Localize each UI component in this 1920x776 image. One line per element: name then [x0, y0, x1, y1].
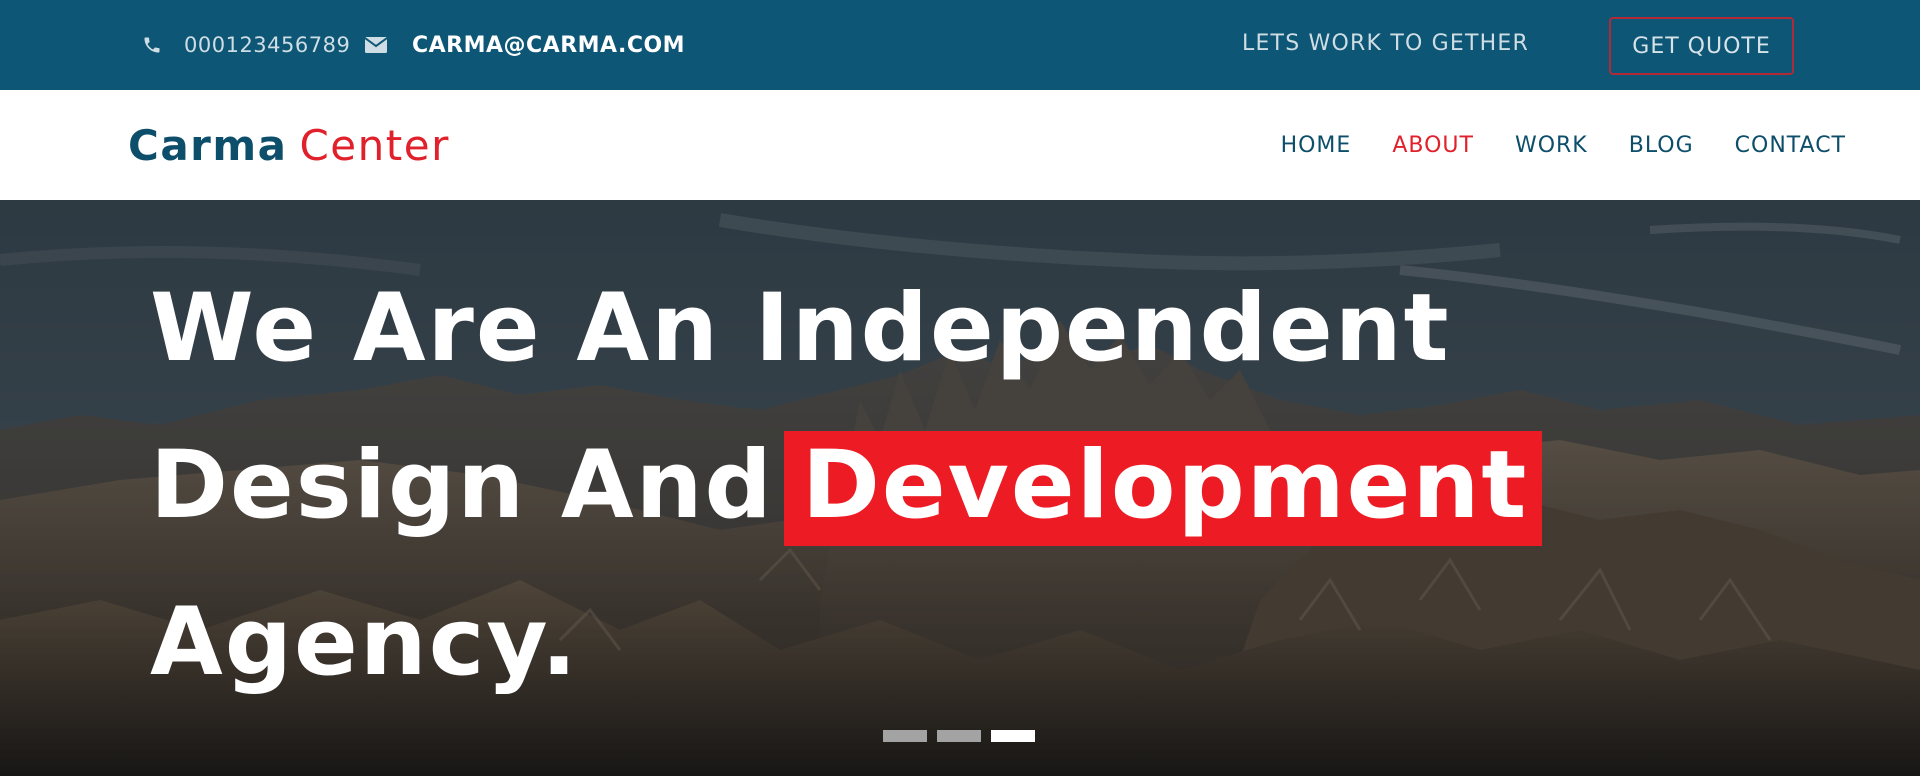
slider-pagination: [883, 730, 1035, 742]
headline-line-3: Agency.: [150, 588, 579, 697]
nav-item-home[interactable]: HOME: [1281, 133, 1352, 158]
nav-item-contact[interactable]: CONTACT: [1735, 133, 1846, 158]
email-address: CARMA@CARMA.COM: [412, 32, 686, 58]
phone-number: 000123456789: [184, 33, 351, 57]
headline-line-2-prefix: Design And: [150, 431, 774, 540]
envelope-icon: [364, 35, 388, 55]
hero-banner: We Are An Independent Design And Developm…: [0, 200, 1920, 776]
slider-dot-2[interactable]: [937, 730, 981, 742]
headline-highlight: Development: [783, 431, 1543, 546]
main-nav: HOME ABOUT WORK BLOG CONTACT: [1281, 90, 1846, 200]
tagline: LETS WORK TO GETHER: [1242, 30, 1529, 56]
nav-bar: Carma Center HOME ABOUT WORK BLOG CONTAC…: [0, 90, 1920, 200]
phone-icon: [142, 35, 162, 55]
email-contact[interactable]: CARMA@CARMA.COM: [364, 0, 685, 90]
hero-headline: We Are An Independent Design And Developm…: [150, 250, 1543, 721]
nav-item-blog[interactable]: BLOG: [1629, 133, 1694, 158]
logo-text-carma: Carma: [128, 120, 288, 170]
headline-line-1: We Are An Independent: [150, 274, 1451, 383]
nav-item-work[interactable]: WORK: [1515, 133, 1588, 158]
logo-text-center: Center: [299, 120, 450, 170]
phone-contact[interactable]: 000123456789: [142, 0, 350, 90]
slider-dot-1[interactable]: [883, 730, 927, 742]
slider-dot-3[interactable]: [991, 730, 1035, 742]
get-quote-button[interactable]: GET QUOTE: [1609, 17, 1794, 75]
top-bar: 000123456789 CARMA@CARMA.COM LETS WORK T…: [0, 0, 1920, 90]
nav-item-about[interactable]: ABOUT: [1392, 133, 1474, 158]
logo[interactable]: Carma Center: [128, 90, 450, 200]
headline-line-2: Design And Development: [150, 407, 1543, 564]
